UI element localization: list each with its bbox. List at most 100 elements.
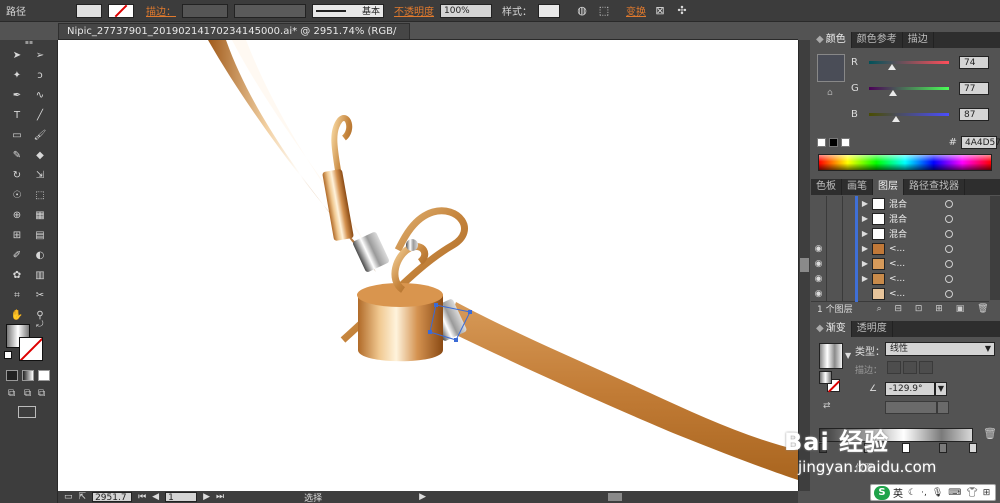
eraser-tool-icon[interactable]: ◆ [30,146,50,165]
gradient-stop[interactable] [969,443,977,453]
type-tool-icon[interactable]: T [7,106,27,125]
lock-toggle[interactable] [827,255,843,272]
warp-tool-icon[interactable]: ☉ [7,186,27,205]
tab-stroke[interactable]: 描边 [903,32,934,48]
fill-stroke-stack[interactable] [819,371,841,395]
default-colors-icon[interactable] [4,351,12,359]
tab-color-guide[interactable]: 颜色参考 [852,32,903,48]
punctuation-icon[interactable]: ·, [921,488,927,498]
black-color-icon[interactable] [829,137,838,147]
paintbrush-tool-icon[interactable]: 🖌︎ [30,126,50,145]
graphic-style-swatch[interactable] [538,3,560,18]
color-spectrum[interactable] [818,154,992,171]
slice-tool-icon[interactable]: ✂ [30,286,50,305]
view-icon[interactable]: ⇱ [79,492,87,502]
swap-fill-stroke-icon[interactable]: ⤾ [36,320,44,330]
target-circle-icon[interactable] [945,244,953,253]
channel-knob[interactable] [892,115,901,122]
artboard-field[interactable]: 1 [165,492,198,503]
none-color-icon[interactable] [817,137,826,147]
layer-name[interactable]: <... [889,259,941,269]
visibility-eye-icon[interactable]: ◉ [811,270,827,287]
gradient-stop[interactable] [901,443,910,453]
more-options-icon[interactable]: ✣ [674,3,690,19]
lasso-tool-icon[interactable]: ↄ [30,66,50,85]
blend-tool-icon[interactable]: ◐ [30,246,50,265]
mic-icon[interactable]: 🎙︎ [932,488,943,498]
aspect-ratio-dropdown-icon[interactable] [937,401,949,414]
layer-name[interactable]: <... [889,289,941,299]
sogou-logo-icon[interactable]: S [874,485,890,500]
first-artboard-icon[interactable]: ⏮ [138,492,146,502]
brush-definition-select[interactable]: 基本 [312,3,384,18]
prev-artboard-icon[interactable]: ◀ [152,492,159,502]
layer-name[interactable]: <... [889,244,941,254]
target-circle-icon[interactable] [945,274,953,283]
lock-toggle[interactable] [827,210,843,227]
stroke-swatch[interactable] [19,337,43,361]
target-circle-icon[interactable] [945,229,953,238]
opacity-field[interactable]: 100% [440,3,492,18]
tab-color[interactable]: ◆ 颜色 [811,32,852,48]
visibility-eye-icon[interactable] [811,225,827,242]
target-circle-icon[interactable] [945,289,953,298]
variable-width-profile[interactable] [234,3,306,18]
visibility-eye-icon[interactable]: ◉ [811,240,827,257]
gradient-mode-icon[interactable] [22,370,34,381]
gradient-tool-icon[interactable]: ▤ [30,226,50,245]
lock-toggle[interactable] [827,285,843,302]
stroke-weight-field[interactable] [182,3,228,18]
scale-tool-icon[interactable]: ⇲ [30,166,50,185]
gradient-preview-swatch[interactable] [819,343,843,369]
aspect-ratio-field[interactable] [885,401,937,414]
menu-grid-icon[interactable]: ⊞ [983,488,991,498]
layers-scrollbar[interactable] [990,196,1000,300]
stroke-color-swatch[interactable] [108,3,134,18]
target-circle-icon[interactable] [945,214,953,223]
stroke-along-button[interactable] [903,361,917,374]
transform-link[interactable]: 变换 [626,3,646,18]
zoom-menu-icon[interactable]: ▭ [64,492,73,502]
visibility-eye-icon[interactable]: ◉ [811,255,827,272]
expand-arrow-icon[interactable]: ▶ [858,199,872,208]
skin-icon[interactable]: 👕︎ [966,488,977,498]
draw-inside-icon[interactable]: ⧉ [38,388,45,399]
expand-arrow-icon[interactable]: ▶ [858,214,872,223]
layer-row[interactable]: ◉ <... [811,285,989,302]
mesh-tool-icon[interactable]: ⊞ [7,226,27,245]
shape-builder-tool-icon[interactable]: ⊕ [7,206,27,225]
target-circle-icon[interactable] [945,259,953,268]
recolor-artwork-icon[interactable]: ◍ [574,3,590,19]
rectangle-tool-icon[interactable]: ▭ [7,126,27,145]
tab-transparency[interactable]: 透明度 [852,321,893,337]
last-artboard-icon[interactable]: ⏭ [216,492,224,502]
layer-actions-icons[interactable]: ⌕ ⊟ ⊡ ⊞ ▣ 🗑︎ [877,304,994,314]
document-tab[interactable]: Nipic_27737901_20190214170234145000.ai* … [58,23,410,53]
magic-wand-tool-icon[interactable]: ✦ [7,66,27,85]
ime-toolbar[interactable]: S 英 ☾ ·, 🎙︎ ⌨ 👕︎ ⊞ [870,484,996,501]
fill-color-swatch[interactable] [76,3,102,18]
gradient-stop[interactable] [939,443,947,453]
color-mode-icon[interactable] [6,370,18,381]
artboard-tool-icon[interactable]: ⌗ [7,286,27,305]
vertical-scrollbar[interactable] [798,40,810,491]
direct-selection-tool-icon[interactable]: ➢ [30,46,50,65]
draw-behind-icon[interactable]: ⧉ [24,388,31,399]
status-menu-icon[interactable]: ▶ [419,492,426,502]
stroke-within-button[interactable] [887,361,901,374]
visibility-eye-icon[interactable] [811,195,827,212]
hex-field[interactable]: 4A4D57 [961,135,1000,149]
channel-value-field[interactable]: 87 [959,107,989,121]
layer-name[interactable]: 混合 [889,197,941,210]
gradient-stop[interactable] [864,443,872,453]
angle-field[interactable]: -129.9° [885,382,935,396]
out-of-gamut-icon[interactable]: ⌂ [827,88,833,98]
selection-tool-icon[interactable]: ➤ [7,46,27,65]
lock-toggle[interactable] [827,240,843,257]
horizontal-scroll-thumb[interactable] [608,493,622,501]
target-circle-icon[interactable] [945,199,953,208]
layer-name[interactable]: 混合 [889,227,941,240]
isolate-icon[interactable]: ⊠ [652,3,668,19]
expand-arrow-icon[interactable]: ▶ [858,259,872,268]
lock-toggle[interactable] [827,195,843,212]
